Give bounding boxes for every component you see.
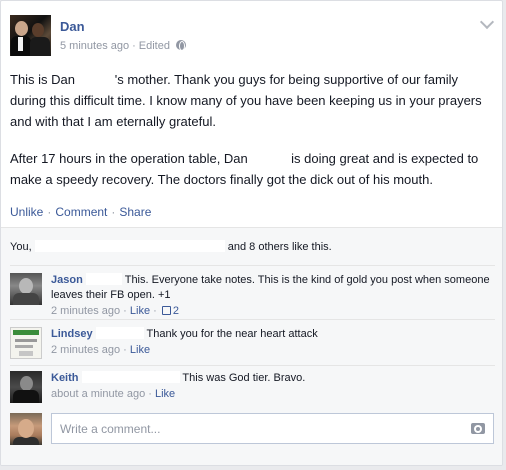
commenter-name[interactable]: Keith <box>51 372 79 384</box>
comment-meta: 2 minutes ago · Like · 2 <box>51 305 179 317</box>
post-paragraph: This is Dan 's mother. Thank you guys fo… <box>10 72 482 129</box>
comment-time[interactable]: about a minute ago <box>51 388 145 400</box>
like-link[interactable]: Like <box>155 388 175 400</box>
like-count[interactable]: 2 <box>173 305 179 317</box>
post-actions: Unlike · Comment · Share <box>10 205 152 219</box>
commenter-name[interactable]: Lindsey <box>51 328 93 340</box>
camera-icon[interactable] <box>471 423 485 434</box>
commenter-avatar[interactable] <box>10 371 42 403</box>
comment-meta: 2 minutes ago · Like <box>51 344 151 356</box>
comment-text: Thank you for the near heart attack <box>146 328 318 340</box>
likes-suffix[interactable]: and 8 others like this. <box>228 241 332 253</box>
like-link[interactable]: Like <box>130 344 150 356</box>
like-link[interactable]: Like <box>130 305 150 317</box>
redacted-surname <box>95 327 144 339</box>
likes-prefix: You, <box>10 241 32 253</box>
commenter-name[interactable]: Jason <box>51 274 83 286</box>
post-timestamp[interactable]: 5 minutes ago <box>60 40 129 52</box>
likes-summary: You, and 8 others like this. <box>10 240 332 253</box>
share-link[interactable]: Share <box>119 205 151 219</box>
divider <box>10 265 495 266</box>
comment-link[interactable]: Comment <box>55 205 107 219</box>
commenter-avatar[interactable] <box>10 273 42 305</box>
unlike-link[interactable]: Unlike <box>10 205 43 219</box>
edited-label[interactable]: Edited <box>139 40 170 52</box>
comment-text: This was God tier. Bravo. <box>182 372 306 384</box>
comments-section: You, and 8 others like this. Jason This.… <box>1 227 502 465</box>
post-paragraph: After 17 hours in the operation table, D… <box>10 151 479 187</box>
author-name[interactable]: Dan <box>60 19 85 34</box>
globe-icon[interactable] <box>175 40 186 51</box>
redacted-surname <box>85 273 122 285</box>
post-header: Dan 5 minutes ago · Edited <box>10 15 502 59</box>
redacted-names <box>34 240 225 252</box>
divider <box>10 365 495 366</box>
commenter-avatar[interactable] <box>10 327 42 359</box>
comment-meta: about a minute ago · Like <box>51 388 176 400</box>
post-text: This is Dan 's mother. Thank you guys fo… <box>10 69 496 206</box>
author-avatar[interactable] <box>10 15 51 56</box>
story-card: Dan 5 minutes ago · Edited This is Dan 's … <box>0 0 503 466</box>
comment-input[interactable]: Write a comment... <box>51 413 494 444</box>
viewer-avatar[interactable] <box>10 413 42 445</box>
redacted-surname <box>81 371 180 383</box>
comment-time[interactable]: 2 minutes ago <box>51 344 120 356</box>
thumbs-up-icon[interactable] <box>161 306 171 315</box>
divider <box>10 319 495 320</box>
post-meta: 5 minutes ago · Edited <box>60 40 186 52</box>
comment-time[interactable]: 2 minutes ago <box>51 305 120 317</box>
comment-placeholder: Write a comment... <box>60 422 161 436</box>
